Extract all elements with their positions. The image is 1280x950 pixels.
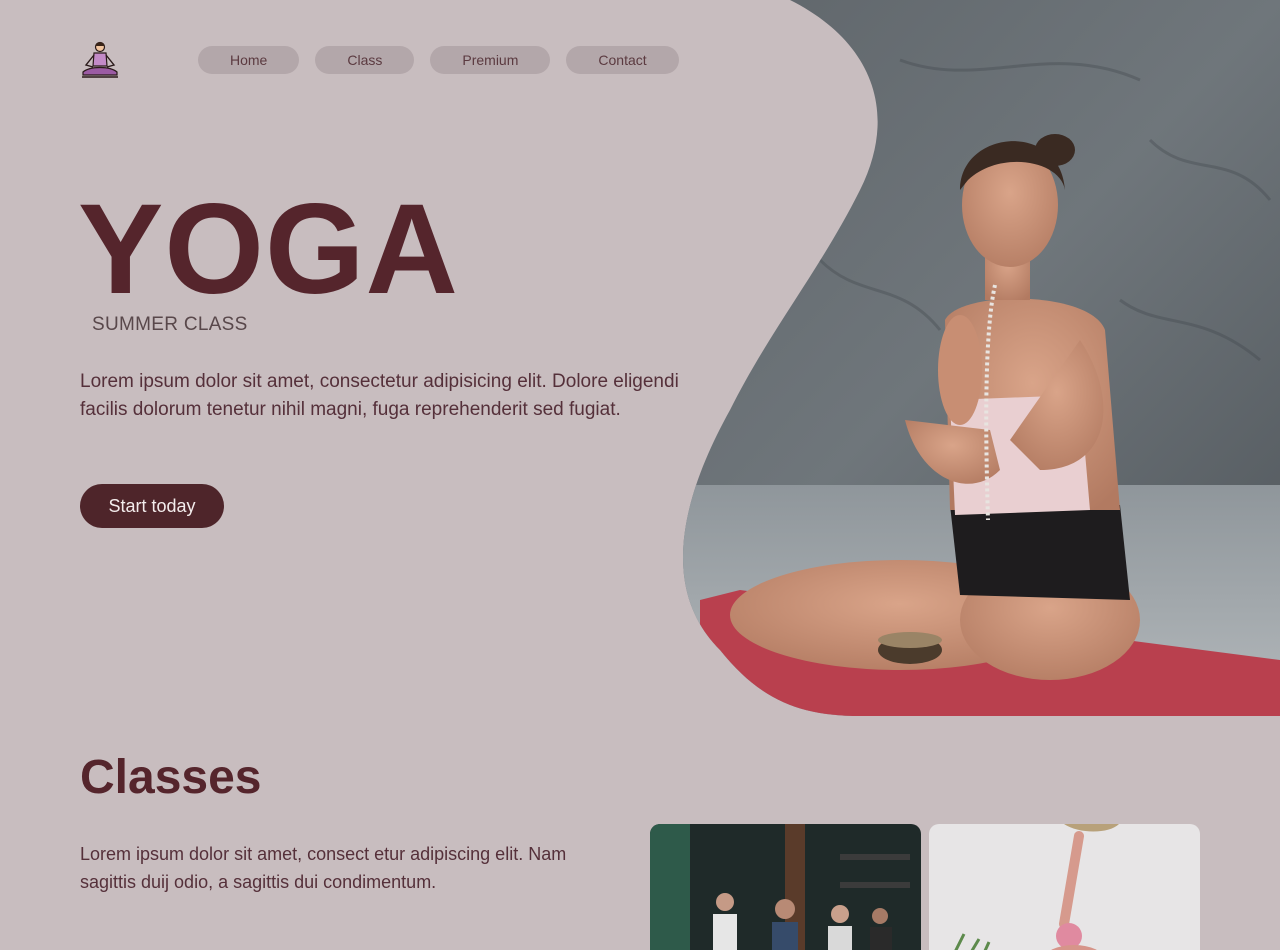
group-class-image bbox=[650, 824, 921, 950]
meditation-icon[interactable] bbox=[80, 40, 120, 80]
classes-heading: Classes bbox=[80, 751, 262, 804]
classes-description: Lorem ipsum dolor sit amet, consect etur… bbox=[80, 844, 567, 892]
nav-home-link[interactable]: Home bbox=[198, 46, 300, 74]
main-nav: Home Class Premium Contact bbox=[198, 46, 679, 74]
hero-description: Lorem ipsum dolor sit amet, consectetur … bbox=[80, 371, 679, 420]
start-today-button[interactable]: Start today bbox=[80, 484, 224, 528]
class-card-group[interactable] bbox=[650, 824, 921, 950]
class-card-solo[interactable] bbox=[929, 824, 1200, 950]
page: Home Class Premium Contact YOGA SUMMER C… bbox=[0, 0, 1280, 950]
solo-class-image bbox=[929, 824, 1200, 950]
nav-contact-link[interactable]: Contact bbox=[566, 46, 679, 74]
nav-class-link[interactable]: Class bbox=[315, 46, 415, 74]
nav-premium-link[interactable]: Premium bbox=[430, 46, 551, 74]
hero-image bbox=[682, 0, 1280, 716]
hero-subtitle: SUMMER CLASS bbox=[92, 314, 248, 335]
hero-title: YOGA bbox=[78, 178, 459, 321]
